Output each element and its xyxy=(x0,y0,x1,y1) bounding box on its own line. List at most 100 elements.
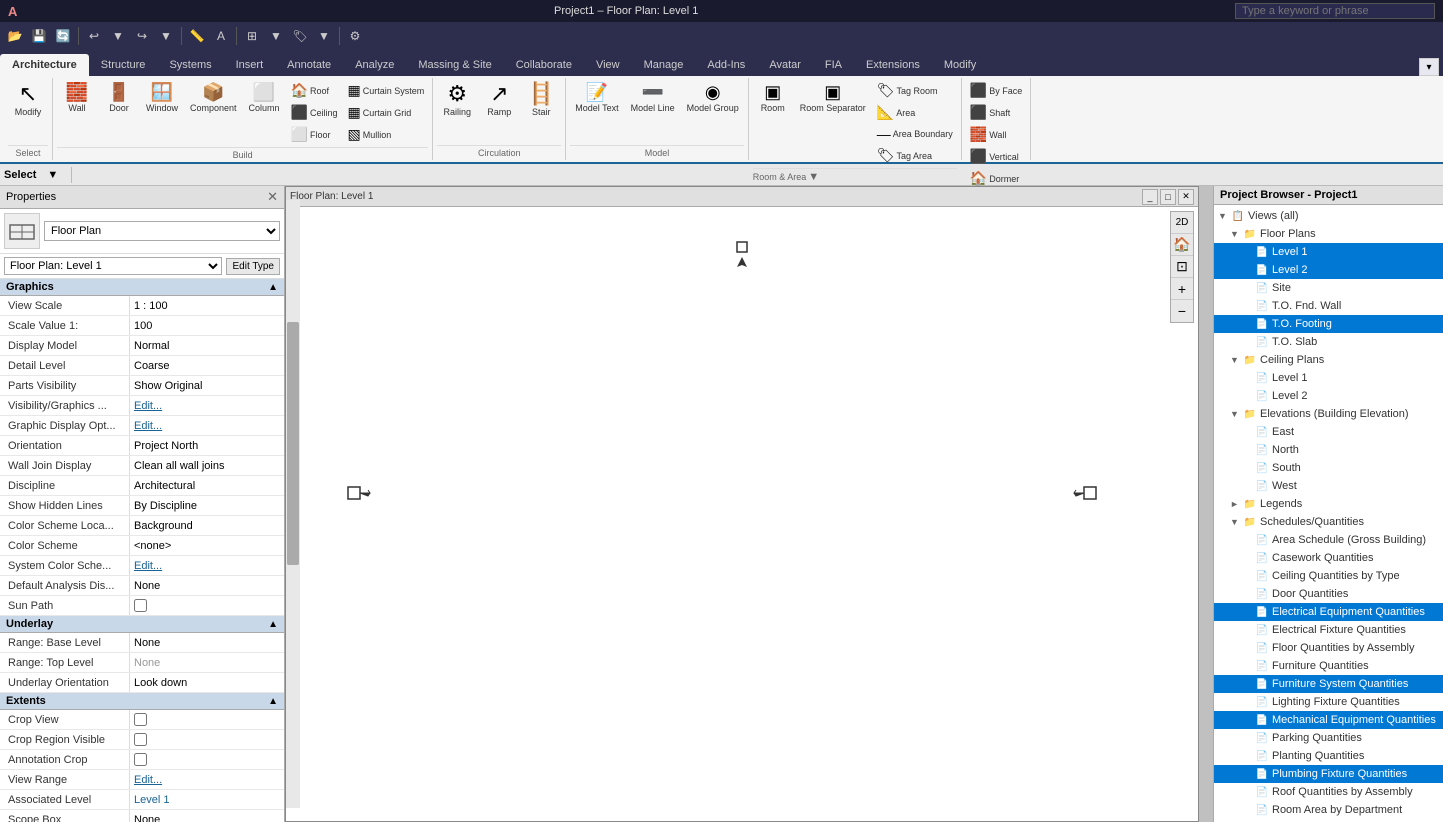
tag-room-btn[interactable]: 🏷 Tag Room xyxy=(873,80,957,101)
tab-manage[interactable]: Manage xyxy=(632,54,696,76)
qa-sync-btn[interactable]: 🔄 xyxy=(52,25,74,47)
pb-tree-item[interactable]: 📄Electrical Fixture Quantities xyxy=(1214,621,1443,639)
vertical-scrollbar[interactable]: ▲ ▼ xyxy=(285,186,299,822)
tab-analyze[interactable]: Analyze xyxy=(343,54,406,76)
qa-undo-drop[interactable]: ▼ xyxy=(107,25,129,47)
door-btn[interactable]: 🚪 Door xyxy=(99,80,139,116)
curtain-grid-btn[interactable]: ▦ Curtain Grid xyxy=(344,102,429,123)
model-group-btn[interactable]: ◉ Model Group xyxy=(682,80,744,116)
zoom-house-btn[interactable]: 🏠 xyxy=(1171,234,1193,256)
qa-snap-drop[interactable]: ▼ xyxy=(265,25,287,47)
tab-view[interactable]: View xyxy=(584,54,632,76)
tab-massing[interactable]: Massing & Site xyxy=(406,54,503,76)
area-btn[interactable]: 📐 Area xyxy=(873,102,957,123)
wall-btn[interactable]: 🧱 Wall xyxy=(57,80,97,116)
pb-tree-item[interactable]: 📄Level 1 xyxy=(1214,243,1443,261)
ribbon-expand-btn[interactable]: ▾ xyxy=(1419,58,1439,76)
pb-tree-item[interactable]: 📄Door Quantities xyxy=(1214,585,1443,603)
component-btn[interactable]: 📦 Component xyxy=(185,80,242,116)
pb-tree-item[interactable]: 📄Furniture Quantities xyxy=(1214,657,1443,675)
model-text-btn[interactable]: 📝 Model Text xyxy=(570,80,623,116)
qa-settings-btn[interactable]: ⚙ xyxy=(344,25,366,47)
zoom-in-btn[interactable]: + xyxy=(1171,278,1193,300)
qa-tag-drop[interactable]: ▼ xyxy=(313,25,335,47)
pb-tree-item[interactable]: ▼📁Floor Plans xyxy=(1214,225,1443,243)
pb-tree-item[interactable]: 📄Parking Quantities xyxy=(1214,729,1443,747)
column-btn[interactable]: ⬜ Column xyxy=(244,80,285,116)
qa-redo-btn[interactable]: ↪ xyxy=(131,25,153,47)
scroll-thumb[interactable] xyxy=(287,322,299,565)
modify-btn[interactable]: ↖ Modify xyxy=(8,80,48,120)
qa-redo-drop[interactable]: ▼ xyxy=(155,25,177,47)
tab-addins[interactable]: Add-Ins xyxy=(695,54,757,76)
ramp-btn[interactable]: ↗ Ramp xyxy=(479,80,519,120)
tab-modify[interactable]: Modify xyxy=(932,54,988,76)
underlay-section-header[interactable]: Underlay ▲ xyxy=(0,616,284,633)
pb-tree-item[interactable]: 📄Level 1 xyxy=(1214,369,1443,387)
search-input[interactable] xyxy=(1235,3,1435,19)
floor-btn[interactable]: ⬜ Floor xyxy=(287,124,342,145)
pb-tree-item[interactable]: 📄T.O. Fnd. Wall xyxy=(1214,297,1443,315)
pb-tree-item[interactable]: 📄South xyxy=(1214,459,1443,477)
roof-btn[interactable]: 🏠 Roof xyxy=(287,80,342,101)
tab-systems[interactable]: Systems xyxy=(157,54,223,76)
zoom-fit-btn[interactable]: ⊡ xyxy=(1171,256,1193,278)
properties-close-btn[interactable]: ✕ xyxy=(267,189,278,205)
pb-tree-item[interactable]: 📄Roof Quantities by Assembly xyxy=(1214,783,1443,801)
pb-tree-item[interactable]: 📄T.O. Slab xyxy=(1214,333,1443,351)
extents-section-header[interactable]: Extents ▲ xyxy=(0,693,284,710)
pb-tree-item[interactable]: 📄Electrical Equipment Quantities xyxy=(1214,603,1443,621)
area-boundary-btn[interactable]: — Area Boundary xyxy=(873,124,957,144)
pb-tree-item[interactable]: 📄Plumbing Fixture Quantities xyxy=(1214,765,1443,783)
tab-fia[interactable]: FIA xyxy=(813,54,854,76)
zoom-2d-btn[interactable]: 2D xyxy=(1171,212,1193,234)
mullion-btn[interactable]: ▧ Mullion xyxy=(344,124,429,145)
pb-tree-item[interactable]: ▼📁Schedules/Quantities xyxy=(1214,513,1443,531)
qa-open-btn[interactable]: 📂 xyxy=(4,25,26,47)
by-face-btn[interactable]: ⬛ By Face xyxy=(966,80,1026,101)
scroll-track[interactable] xyxy=(286,200,300,808)
pb-tree-item[interactable]: 📄North xyxy=(1214,441,1443,459)
edit-type-btn[interactable]: Edit Type xyxy=(226,258,280,275)
viewport-minimize-btn[interactable]: _ xyxy=(1142,189,1158,205)
sun-path-checkbox[interactable] xyxy=(134,599,147,612)
graphics-section-header[interactable]: Graphics ▲ xyxy=(0,279,284,296)
viewport-maximize-btn[interactable]: □ xyxy=(1160,189,1176,205)
qa-save-btn[interactable]: 💾 xyxy=(28,25,50,47)
pb-tree-item[interactable]: 📄Floor Quantities by Assembly xyxy=(1214,639,1443,657)
tab-annotate[interactable]: Annotate xyxy=(275,54,343,76)
stair-btn[interactable]: 🪜 Stair xyxy=(521,80,561,120)
tab-architecture[interactable]: Architecture xyxy=(0,54,89,76)
qa-undo-btn[interactable]: ↩ xyxy=(83,25,105,47)
qa-measure-btn[interactable]: 📏 xyxy=(186,25,208,47)
viewport-close-btn[interactable]: ✕ xyxy=(1178,189,1194,205)
pb-tree-item[interactable]: 📄Casework Quantities xyxy=(1214,549,1443,567)
annotation-crop-checkbox[interactable] xyxy=(134,753,147,766)
type-dropdown[interactable]: Floor Plan xyxy=(44,221,280,241)
zoom-out-btn[interactable]: − xyxy=(1171,300,1193,322)
pb-tree-item[interactable]: 📄Site xyxy=(1214,279,1443,297)
vertical-btn[interactable]: ⬛ Vertical xyxy=(966,146,1026,167)
ceiling-btn[interactable]: ⬛ Ceiling xyxy=(287,102,342,123)
curtain-system-btn[interactable]: ▦ Curtain System xyxy=(344,80,429,101)
shaft-btn[interactable]: ⬛ Shaft xyxy=(966,102,1026,123)
pb-tree-item[interactable]: 📄Furniture System Quantities xyxy=(1214,675,1443,693)
tab-avatar[interactable]: Avatar xyxy=(757,54,813,76)
qa-tag-btn[interactable]: 🏷 xyxy=(289,25,311,47)
pb-tree-item[interactable]: 📄Room Area by Department xyxy=(1214,801,1443,819)
pb-tree-item[interactable]: 📄Planting Quantities xyxy=(1214,747,1443,765)
tab-extensions[interactable]: Extensions xyxy=(854,54,932,76)
window-btn[interactable]: 🪟 Window xyxy=(141,80,183,116)
view-dropdown[interactable]: Floor Plan: Level 1 xyxy=(4,257,222,275)
crop-region-checkbox[interactable] xyxy=(134,733,147,746)
pb-tree-item[interactable]: 📄Level 2 xyxy=(1214,261,1443,279)
select-filter-btn[interactable]: ▼ xyxy=(40,167,65,183)
pb-tree-item[interactable]: ▼📁Ceiling Plans xyxy=(1214,351,1443,369)
crop-view-checkbox[interactable] xyxy=(134,713,147,726)
tag-area-btn[interactable]: 🏷 Tag Area xyxy=(873,145,957,166)
qa-snap-btn[interactable]: ⊞ xyxy=(241,25,263,47)
wall-opening-btn[interactable]: 🧱 Wall xyxy=(966,124,1026,145)
room-separator-btn[interactable]: ▣ Room Separator xyxy=(795,80,871,116)
viewport[interactable]: Floor Plan: Level 1 _ □ ✕ xyxy=(285,186,1213,822)
tab-structure[interactable]: Structure xyxy=(89,54,158,76)
